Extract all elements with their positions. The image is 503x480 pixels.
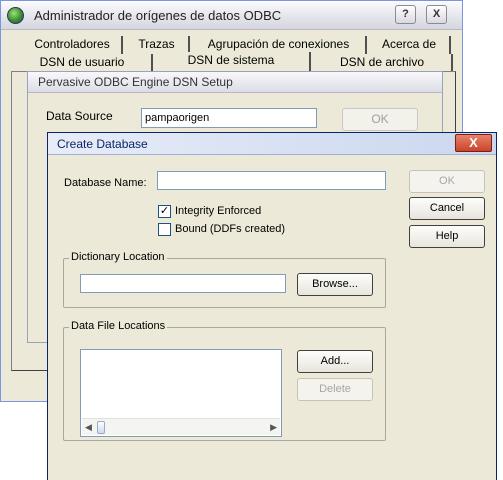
scroll-right-icon[interactable]: ▶ — [270, 422, 277, 433]
help-button[interactable]: ? — [395, 5, 416, 24]
horizontal-scrollbar[interactable]: ◀ ▶ — [82, 418, 280, 435]
browse-button[interactable]: Browse... — [297, 273, 373, 296]
data-source-label: Data Source — [46, 109, 113, 123]
bound-ddfs-checkbox[interactable] — [158, 223, 171, 236]
tab-acerca-de[interactable]: Acerca de — [369, 36, 451, 54]
dictionary-location-group: Dictionary Location Browse... — [63, 251, 386, 308]
data-source-input[interactable]: pampaorigen — [141, 108, 317, 128]
database-name-input[interactable] — [157, 171, 386, 190]
data-file-locations-title: Data File Locations — [69, 320, 168, 332]
ok-button[interactable]: OK — [409, 170, 485, 193]
checkmark-icon: ✓ — [159, 205, 170, 217]
odbc-window-title: Administrador de orígenes de datos ODBC — [34, 8, 282, 23]
data-file-locations-group: Data File Locations ◀ ▶ Add... Delete — [63, 320, 386, 441]
create-database-title-bar[interactable]: Create Database X — [48, 133, 496, 155]
dictionary-location-input[interactable] — [80, 274, 286, 293]
close-button[interactable]: X — [426, 5, 447, 24]
tab-dsn-archivo[interactable]: DSN de archivo — [313, 54, 453, 72]
add-button[interactable]: Add... — [297, 350, 373, 373]
close-button[interactable]: X — [455, 134, 492, 152]
integrity-enforced-label: Integrity Enforced — [175, 205, 262, 217]
odbc-app-icon — [7, 7, 24, 24]
database-name-label: Database Name: — [64, 177, 147, 189]
data-file-locations-list[interactable]: ◀ ▶ — [80, 349, 282, 437]
tab-controladores[interactable]: Controladores — [23, 36, 123, 54]
integrity-enforced-checkbox[interactable]: ✓ — [158, 205, 171, 218]
create-database-dialog: Create Database X Database Name: ✓ Integ… — [47, 132, 497, 480]
bound-ddfs-label: Bound (DDFs created) — [175, 223, 286, 235]
cancel-button[interactable]: Cancel — [409, 197, 485, 220]
odbc-title-bar[interactable]: Administrador de orígenes de datos ODBC … — [1, 1, 462, 30]
scroll-left-icon[interactable]: ◀ — [85, 422, 92, 433]
dsn-title-bar[interactable]: Pervasive ODBC Engine DSN Setup — [28, 72, 442, 93]
dsn-window-title: Pervasive ODBC Engine DSN Setup — [38, 75, 233, 89]
tab-dsn-usuario[interactable]: DSN de usuario — [13, 54, 153, 72]
delete-button[interactable]: Delete — [297, 378, 373, 401]
dsn-ok-button[interactable]: OK — [342, 108, 418, 131]
help-button[interactable]: Help — [409, 225, 485, 248]
scrollbar-thumb[interactable] — [97, 421, 105, 434]
tab-dsn-sistema[interactable]: DSN de sistema — [153, 52, 311, 72]
create-database-title: Create Database — [57, 137, 148, 151]
dictionary-location-title: Dictionary Location — [69, 251, 167, 263]
